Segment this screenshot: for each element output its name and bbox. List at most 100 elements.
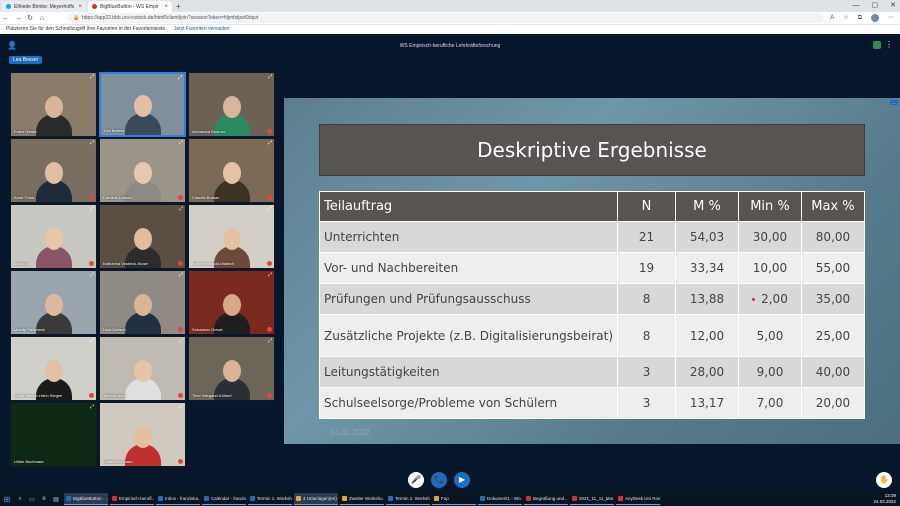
fullscreen-icon[interactable]: ⤢: [268, 206, 272, 212]
minimize-presentation-icon[interactable]: –: [890, 100, 898, 105]
close-tab-icon[interactable]: ×: [164, 4, 168, 10]
manage-favorites-link[interactable]: Jetzt Favoriten verwalten: [174, 26, 230, 32]
read-aloud-icon[interactable]: A: [830, 12, 834, 24]
video-tile[interactable]: ⤢ Caroline Laasch: [99, 138, 186, 203]
fullscreen-icon[interactable]: ⤢: [179, 140, 183, 146]
taskbar-item-label: Termin 1. Worksh...: [257, 496, 292, 501]
taskbar-item[interactable]: Dokument1 - Wo...: [478, 493, 522, 505]
back-icon[interactable]: ←: [0, 15, 12, 22]
video-tile[interactable]: ⤢ Julia Lüd: [10, 204, 97, 269]
app-icon: [388, 496, 393, 501]
taskbar-item[interactable]: 4 Unterlagen(en): [294, 493, 338, 505]
url-field[interactable]: 🔒 https://app22.bbb.uni-rostock.de/html5…: [68, 13, 824, 23]
search-icon[interactable]: ⌕: [14, 496, 26, 503]
menu-dots-icon[interactable]: ⋯: [888, 12, 894, 24]
video-tile[interactable]: ⤢ Tamara Noldt: [99, 336, 186, 401]
taskbar-item[interactable]: Begrüßung und ...: [524, 493, 568, 505]
browser-tab-2[interactable]: BigBlueButton - WS Empir ×: [88, 1, 172, 12]
close-tab-icon[interactable]: ×: [78, 4, 82, 10]
video-tile[interactable]: ⤢ Katharina Vosbeck-Klose: [99, 204, 186, 269]
video-tile[interactable]: ⤢ Lea Besser: [99, 72, 186, 137]
fullscreen-icon[interactable]: ⤢: [90, 404, 94, 410]
connection-status-icon[interactable]: [873, 41, 881, 49]
fullscreen-icon[interactable]: ⤢: [90, 140, 94, 146]
video-tile[interactable]: ⤢ Anne Timm: [10, 138, 97, 203]
bigbluebutton-icon: [92, 4, 97, 9]
avatar[interactable]: [871, 14, 879, 22]
video-tile[interactable]: ⤢ Nina Dietsch: [99, 270, 186, 335]
app-icon: [434, 496, 439, 501]
taskbar-item[interactable]: Calendar - franzis...: [202, 493, 246, 505]
fullscreen-icon[interactable]: ⤢: [178, 75, 182, 81]
app-icon: [204, 496, 209, 501]
taskbar-item[interactable]: Empirisch-berufl...: [110, 493, 154, 505]
video-tile[interactable]: ⤢ Sebastian Grewe: [188, 270, 275, 335]
close-window-icon[interactable]: ✕: [890, 0, 896, 11]
video-tile[interactable]: ⤢ Claudia Bottuer: [188, 138, 275, 203]
minimize-icon[interactable]: —: [853, 0, 860, 11]
cell-m: 33,34: [675, 252, 739, 284]
cell-min: 5,00: [737, 314, 802, 357]
fullscreen-icon[interactable]: ⤢: [179, 404, 183, 410]
taskbar-item[interactable]: Inbox - franziska...: [156, 493, 200, 505]
camera-button[interactable]: 📞: [431, 472, 447, 488]
video-tile[interactable]: ⤢ Ulrike Buchmann: [99, 402, 186, 467]
fullscreen-icon[interactable]: ⤢: [268, 272, 272, 278]
fullscreen-icon[interactable]: ⤢: [268, 74, 272, 80]
video-tile[interactable]: ⤢ Alexandra Brukner: [188, 72, 275, 137]
taskbar-item[interactable]: Termin 1. Worksh...: [248, 493, 292, 505]
participant-head: [222, 228, 241, 250]
edge-icon[interactable]: e: [38, 496, 50, 502]
taskbar-item[interactable]: Fop: [432, 493, 476, 505]
more-options-icon[interactable]: ⋮: [885, 40, 893, 49]
raise-hand-button[interactable]: ✋: [876, 472, 892, 488]
cell-task: Schulseelsorge/Probleme von Schülern: [318, 387, 619, 419]
favorite-star-icon[interactable]: ☆: [843, 12, 848, 24]
video-tile[interactable]: ⤢ Franz Haake: [10, 72, 97, 137]
video-tile[interactable]: ⤢ Sonja Becker-Hahn Siegert: [10, 336, 97, 401]
taskbar-item[interactable]: Zweiter Worksho...: [340, 493, 384, 505]
new-tab-button[interactable]: +: [176, 1, 181, 12]
header-teilauftrag: Teilauftrag: [318, 191, 619, 222]
share-webcam-button[interactable]: ▶: [454, 472, 470, 488]
app-icon: [572, 496, 577, 501]
taskbar-item[interactable]: AnyDesk Uni Rost...: [616, 493, 660, 505]
fullscreen-icon[interactable]: ⤢: [90, 206, 94, 212]
video-tile[interactable]: ⤢ Ulrike Buchmann: [10, 402, 97, 467]
reload-icon[interactable]: ↻: [24, 14, 36, 22]
participant-head: [133, 228, 152, 250]
slide-title: Deskriptive Ergebnisse: [319, 124, 865, 176]
taskbar-item[interactable]: BigBlueButton - ...: [64, 493, 108, 505]
muted-mic-icon: [267, 129, 272, 134]
maximize-icon[interactable]: ▢: [872, 0, 879, 11]
forward-icon[interactable]: →: [12, 15, 24, 22]
video-tile[interactable]: ⤢ Mandy Steinbeck: [10, 270, 97, 335]
presentation-area[interactable]: – Deskriptive Ergebnisse Teilauftrag N M…: [284, 98, 900, 444]
windows-start-icon[interactable]: ⊞: [0, 495, 14, 504]
fullscreen-icon[interactable]: ⤢: [90, 74, 94, 80]
taskbar-item[interactable]: 2021_11_11_Mor...: [570, 493, 614, 505]
task-view-icon[interactable]: ▭: [26, 496, 38, 503]
fullscreen-icon[interactable]: ⤢: [179, 272, 183, 278]
collections-icon[interactable]: ⧉: [858, 12, 862, 24]
fullscreen-icon[interactable]: ⤢: [179, 338, 183, 344]
laser-pointer: [752, 298, 756, 301]
browser-tab-1[interactable]: Elfriede Birnbe: Meyerhoffs ×: [2, 1, 86, 12]
cell-task: Unterrichten: [318, 221, 619, 253]
video-tile[interactable]: ⤢ Kathrin Pelzold-Wallrich: [188, 204, 275, 269]
fullscreen-icon[interactable]: ⤢: [268, 338, 272, 344]
fullscreen-icon[interactable]: ⤢: [268, 140, 272, 146]
fullscreen-icon[interactable]: ⤢: [90, 338, 94, 344]
taskbar-item-label: 4 Unterlagen(en): [303, 496, 337, 501]
fullscreen-icon[interactable]: ⤢: [179, 206, 183, 212]
muted-mic-icon: [178, 327, 183, 332]
explorer-icon[interactable]: ▤: [50, 496, 62, 503]
muted-mic-icon: [178, 195, 183, 200]
muted-mic-icon: [267, 261, 272, 266]
fullscreen-icon[interactable]: ⤢: [90, 272, 94, 278]
video-tile[interactable]: ⤢ Timo Wiegand-Kölbert: [188, 336, 275, 401]
home-icon[interactable]: ⌂: [36, 15, 48, 22]
microphone-button[interactable]: 🎤: [408, 472, 424, 488]
taskbar-item[interactable]: Termin 2. Worksh...: [386, 493, 430, 505]
browser-toolbar: A ☆ ⧉ ⋯: [830, 12, 894, 24]
